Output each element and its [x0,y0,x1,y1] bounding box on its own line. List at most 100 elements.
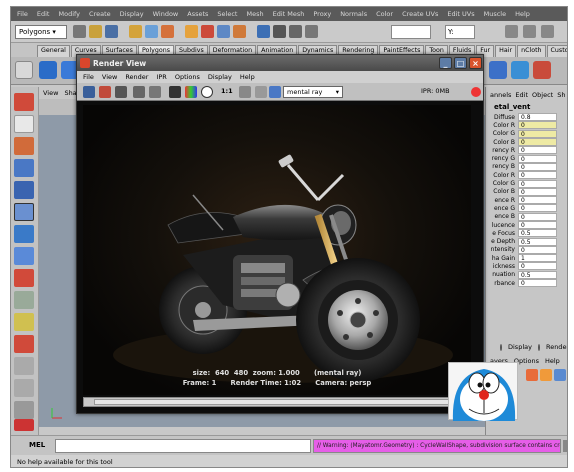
refresh-ipr-icon[interactable] [149,86,161,98]
layer-options-icon[interactable] [554,369,566,381]
redo-render-icon[interactable] [83,86,95,98]
render-radio[interactable] [537,343,540,351]
attribute-row[interactable]: ickness 0 [486,262,567,271]
attribute-toggle-icon[interactable] [523,25,536,38]
layer-menu-help[interactable]: Help [545,357,560,365]
poly-sphere-icon[interactable] [39,61,57,79]
attribute-row[interactable]: Diffuse 0.8 [486,113,567,122]
attribute-row[interactable]: Color R0 [486,171,567,180]
split-icon[interactable] [533,61,551,79]
tool-settings-icon[interactable] [541,25,554,38]
attribute-value-field[interactable]: 0.5 [518,237,557,246]
attribute-value-field[interactable]: 0 [518,146,557,155]
menu-edit-uvs[interactable]: Edit UVs [447,10,474,18]
stop-render-icon[interactable] [471,87,481,97]
attribute-value-field[interactable]: 0 [518,154,557,163]
menu-muscle[interactable]: Muscle [484,10,507,18]
attribute-row[interactable]: rency B0 [486,162,567,171]
attribute-row[interactable]: lucence 0 [486,221,567,229]
attribute-row[interactable]: nuation 0.5 [486,270,567,279]
shelf-tab-ncloth[interactable]: nCloth [517,45,546,57]
attribute-row[interactable]: Color G0 [486,179,567,188]
layout-graph-icon[interactable] [14,379,34,397]
render-view-titlebar[interactable]: Render View _ □ × [77,55,483,71]
attribute-value-field[interactable]: 0 [518,204,557,213]
attribute-row[interactable]: e Focus 0.5 [486,229,567,238]
menu-file[interactable]: File [17,10,28,18]
attribute-row[interactable]: Color R0 [486,121,567,130]
last-tool-icon[interactable] [14,269,34,287]
scrollbar-thumb[interactable] [94,399,454,405]
viewport-menu-view[interactable]: View [43,89,58,97]
attribute-value-field[interactable]: 0.5 [518,229,557,238]
attribute-row[interactable]: e Depth 0.5 [486,237,567,246]
shelf-tab-custom[interactable]: Custom [546,45,567,57]
minimize-icon[interactable]: _ [439,57,452,69]
layout-four-icon[interactable] [14,313,34,331]
renderer-select[interactable]: mental ray ▾ [283,86,343,98]
render-menu-render[interactable]: Render [125,73,148,81]
layout-outliner-icon[interactable] [14,357,34,375]
shelf-tab-hair[interactable]: Hair [495,45,517,57]
save-scene-icon[interactable] [105,25,118,38]
script-editor-icon[interactable] [563,440,567,452]
menu-create-uvs[interactable]: Create UVs [402,10,438,18]
menu-help[interactable]: Help [515,10,530,18]
attribute-value-field[interactable]: 0.5 [518,270,557,279]
rgb-channels-icon[interactable] [185,86,197,98]
attribute-row[interactable]: Color B0 [486,187,567,196]
snap-plane-icon[interactable] [233,25,246,38]
remove-image-icon[interactable] [255,86,267,98]
attribute-row[interactable]: rency G0 [486,154,567,163]
mel-label[interactable]: MEL [29,441,45,449]
attribute-value-field[interactable]: 0.8 [518,113,557,122]
new-layer-icon[interactable] [526,369,538,381]
render-settings-icon[interactable] [305,25,318,38]
select-object-icon[interactable] [145,25,158,38]
open-scene-icon[interactable] [89,25,102,38]
poly-tool-icon[interactable] [489,61,507,79]
render-horizontal-scrollbar[interactable] [83,397,471,407]
menu-modify[interactable]: Modify [58,10,80,18]
channel-menu-sh[interactable]: Sh [557,91,565,99]
menu-assets[interactable]: Assets [187,10,208,18]
select-tool-icon[interactable] [14,93,34,111]
y-field[interactable]: Y: [445,25,475,39]
mel-input[interactable] [55,439,311,453]
attribute-row[interactable]: ha Gain 1 [486,254,567,263]
paint-select-icon[interactable] [14,137,34,155]
render-menu-file[interactable]: File [83,73,94,81]
ipr-icon[interactable] [133,86,145,98]
render-menu-help[interactable]: Help [240,73,255,81]
soft-mod-icon[interactable] [14,247,34,265]
new-scene-icon[interactable] [73,25,86,38]
attribute-value-field[interactable]: 0 [518,245,557,254]
render-frame-icon[interactable] [273,25,286,38]
render-menu-view[interactable]: View [102,73,117,81]
attribute-value-field[interactable]: 0 [518,262,557,271]
attribute-row[interactable]: ence B0 [486,212,567,221]
channel-menu-object[interactable]: Object [532,91,553,99]
layout-persp-icon[interactable] [14,335,34,353]
attribute-value-field[interactable]: 0 [518,171,557,180]
attribute-row[interactable]: Color G0 [486,129,567,138]
attribute-value-field[interactable]: 1 [518,254,557,263]
close-icon[interactable]: × [469,57,482,69]
attribute-value-field[interactable]: 0 [518,279,557,288]
attribute-value-field[interactable]: 0 [518,121,557,130]
menu-edit-mesh[interactable]: Edit Mesh [273,10,305,18]
render-menu-ipr[interactable]: IPR [156,73,166,81]
extrude-icon[interactable] [511,61,529,79]
menu-proxy[interactable]: Proxy [313,10,331,18]
x-field[interactable] [391,25,431,39]
move-tool-icon[interactable] [14,159,34,177]
channel-toggle-icon[interactable] [505,25,518,38]
scale-tool-icon[interactable] [14,203,34,221]
layout-single-icon[interactable] [14,291,34,309]
manipulator-icon[interactable] [14,225,34,243]
render-menu-options[interactable]: Options [175,73,200,81]
menu-color[interactable]: Color [376,10,393,18]
channel-menu-edit[interactable]: Edit [515,91,528,99]
attribute-value-field[interactable]: 0 [518,221,557,229]
display-channels-icon[interactable] [169,86,181,98]
